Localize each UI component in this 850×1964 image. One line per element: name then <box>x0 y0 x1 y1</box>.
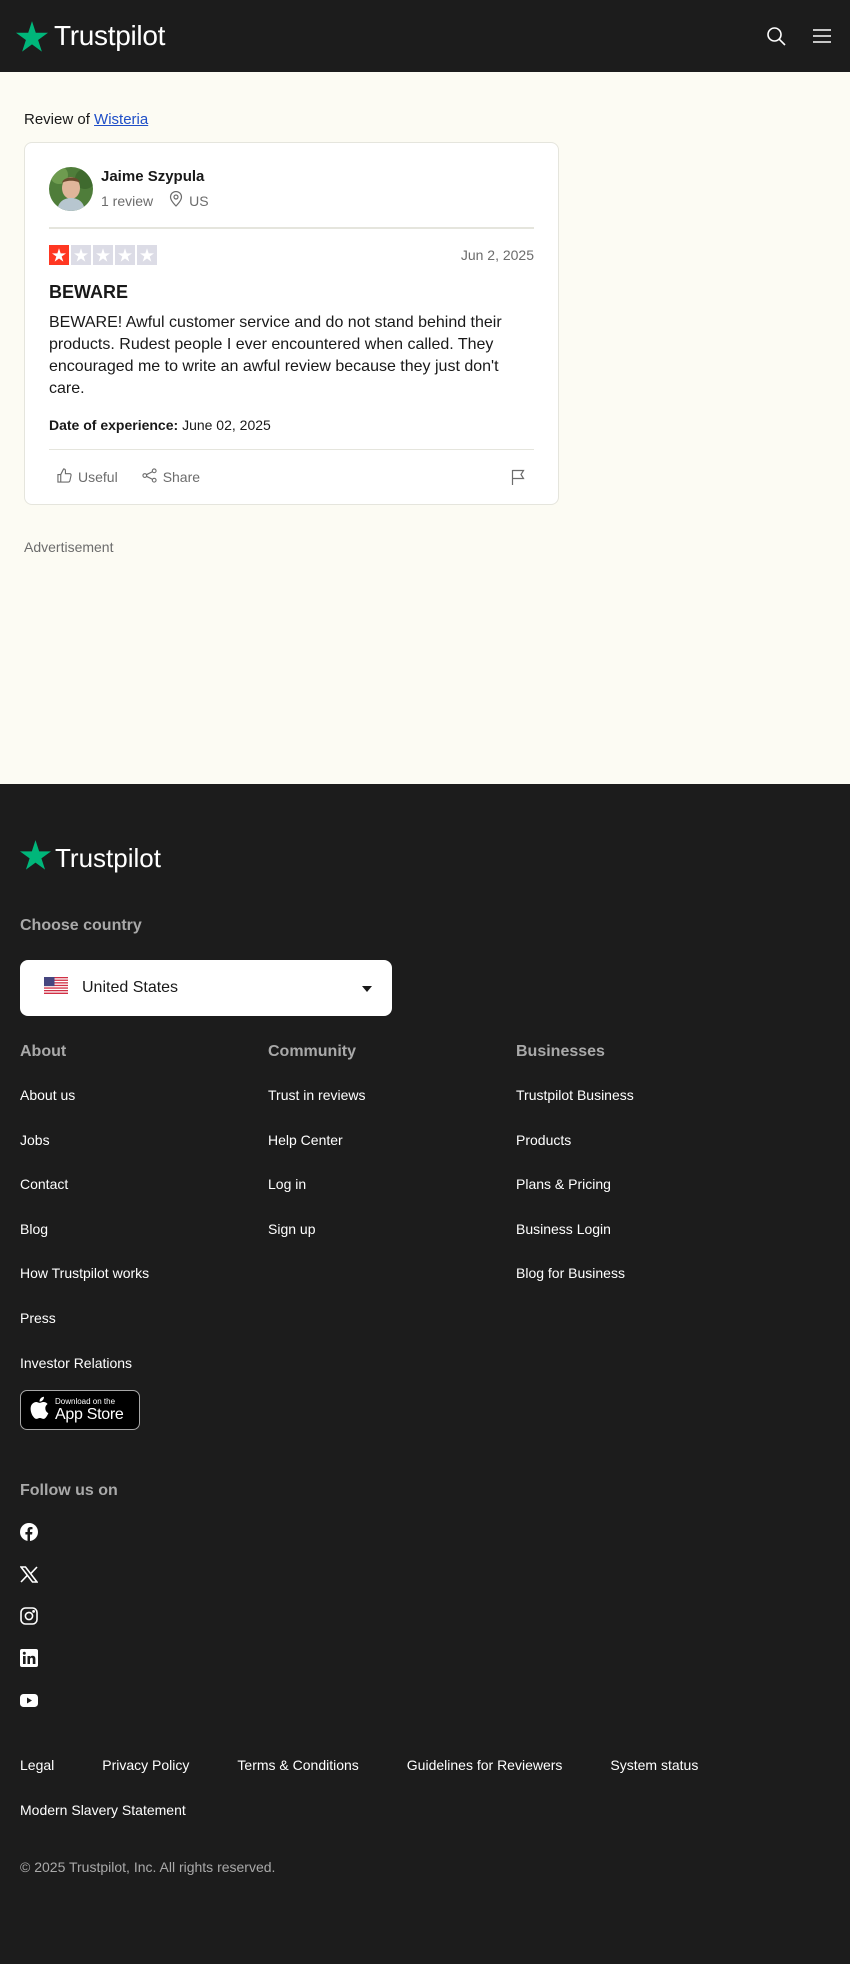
review-card: Jaime Szypula 1 review US Jun 2, 2025 BE… <box>24 142 559 505</box>
footer-link[interactable]: Sign up <box>268 1221 315 1237</box>
review-of-line: Review of Wisteria <box>24 111 826 128</box>
footer-link[interactable]: How Trustpilot works <box>20 1265 149 1281</box>
rating-star-icon <box>93 245 113 265</box>
review-body: BEWARE! Awful customer service and do no… <box>49 314 502 397</box>
rating-star-icon <box>49 245 69 265</box>
date-of-experience: Date of experience: June 02, 2025 <box>49 417 534 433</box>
selected-country: United States <box>82 979 179 996</box>
rating-star-icon <box>137 245 157 265</box>
footer-link[interactable]: Investor Relations <box>20 1355 132 1371</box>
instagram-icon[interactable] <box>20 1607 38 1625</box>
rating-star-icon <box>71 245 91 265</box>
footer: Trustpilot Choose country United States … <box>0 784 850 1876</box>
review-date: Jun 2, 2025 <box>460 247 534 263</box>
experience-date: June 02, 2025 <box>182 417 271 433</box>
footer-link[interactable]: Plans & Pricing <box>516 1176 611 1192</box>
thumbs-up-icon <box>57 468 72 486</box>
share-button[interactable]: Share <box>142 468 200 486</box>
country-select-value: United States <box>44 977 178 999</box>
experience-label: Date of experience: <box>49 417 179 433</box>
review-actions-left: Useful Share <box>57 468 200 486</box>
footer-link[interactable]: Trustpilot Business <box>516 1087 634 1103</box>
linkedin-icon[interactable] <box>20 1649 38 1668</box>
review-actions: Useful Share <box>49 449 534 504</box>
consumer-info: Jaime Szypula 1 review US <box>49 167 534 229</box>
app-store-small: Download on the <box>55 1397 116 1407</box>
legal-links: Legal Privacy Policy Terms & Conditions … <box>20 1755 780 1821</box>
company-link[interactable]: Wisteria <box>94 111 148 128</box>
us-flag-icon <box>44 977 68 999</box>
footer-link[interactable]: Products <box>516 1132 571 1148</box>
footer-link[interactable]: Trust in reviews <box>268 1087 366 1103</box>
footer-link[interactable]: Contact <box>20 1176 68 1192</box>
footer-link[interactable]: Log in <box>268 1176 306 1192</box>
trustpilot-star-icon <box>20 840 51 877</box>
footer-column-businesses: Businesses Trustpilot Business Products … <box>516 1043 764 1399</box>
top-header: Trustpilot <box>0 0 850 72</box>
star-rating <box>49 245 157 265</box>
caret-down-icon <box>362 979 372 997</box>
consumer-meta: 1 review US <box>101 190 209 210</box>
terms-link[interactable]: Terms & Conditions <box>237 1755 358 1776</box>
app-store-text: Download on the App Store <box>55 1397 124 1424</box>
footer-link[interactable]: Jobs <box>20 1132 50 1148</box>
consumer-details: Jaime Szypula 1 review US <box>101 168 209 210</box>
footer-link[interactable]: Press <box>20 1310 56 1326</box>
column-heading: About <box>20 1043 67 1060</box>
youtube-icon[interactable] <box>20 1691 38 1709</box>
copyright: © 2025 Trustpilot, Inc. All rights reser… <box>20 1859 276 1876</box>
trustpilot-star-icon <box>16 20 48 52</box>
trustpilot-logo[interactable]: Trustpilot <box>16 20 165 52</box>
flag-icon[interactable] <box>511 469 526 485</box>
column-heading: Community <box>268 1043 356 1060</box>
share-icon <box>142 468 157 486</box>
consumer-country: US <box>189 192 209 209</box>
choose-country-heading: Choose country <box>20 917 142 934</box>
legal-link[interactable]: Legal <box>20 1755 54 1776</box>
footer-link[interactable]: Help Center <box>268 1132 343 1148</box>
footer-brand-name: Trustpilot <box>55 843 161 873</box>
system-status-link[interactable]: System status <box>610 1755 698 1776</box>
privacy-policy-link[interactable]: Privacy Policy <box>102 1755 189 1776</box>
review-count: 1 review <box>101 192 154 209</box>
facebook-icon[interactable] <box>20 1523 38 1542</box>
footer-link[interactable]: Business Login <box>516 1221 611 1237</box>
share-label: Share <box>162 469 201 485</box>
footer-column-community: Community Trust in reviews Help Center L… <box>268 1043 516 1399</box>
footer-column-about: About About us Jobs Contact Blog How Tru… <box>20 1043 268 1399</box>
header-actions <box>764 24 834 48</box>
avatar[interactable] <box>49 167 93 211</box>
review-of-prefix: Review of <box>24 111 90 128</box>
footer-trustpilot-logo[interactable]: Trustpilot <box>20 840 830 877</box>
consumer-location: US <box>169 190 209 210</box>
consumer-name[interactable]: Jaime Szypula <box>101 168 209 185</box>
apple-icon <box>29 1396 49 1424</box>
useful-button[interactable]: Useful <box>57 468 118 486</box>
menu-icon[interactable] <box>810 24 834 48</box>
review-title: BEWARE <box>49 282 129 302</box>
social-links <box>20 1523 830 1709</box>
useful-label: Useful <box>78 469 118 485</box>
app-store-big: App Store <box>55 1406 124 1424</box>
footer-link[interactable]: About us <box>20 1087 75 1103</box>
footer-link[interactable]: Blog <box>20 1221 48 1237</box>
column-heading: Businesses <box>516 1043 605 1060</box>
country-select[interactable]: United States <box>20 960 392 1016</box>
search-icon[interactable] <box>764 24 788 48</box>
rating-row: Jun 2, 2025 <box>49 245 534 265</box>
footer-link-columns: About About us Jobs Contact Blog How Tru… <box>20 1043 830 1399</box>
footer-link[interactable]: Blog for Business <box>516 1265 625 1281</box>
modern-slavery-link[interactable]: Modern Slavery Statement <box>20 1800 186 1821</box>
rating-star-icon <box>115 245 135 265</box>
location-pin-icon <box>169 190 183 210</box>
x-icon[interactable] <box>20 1565 38 1583</box>
advertisement-label: Advertisement <box>24 539 114 555</box>
guidelines-link[interactable]: Guidelines for Reviewers <box>407 1755 563 1776</box>
follow-us-heading: Follow us on <box>20 1482 118 1500</box>
brand-name: Trustpilot <box>54 20 166 51</box>
main-content: Review of Wisteria Jaime Szypula 1 revie… <box>0 72 850 784</box>
